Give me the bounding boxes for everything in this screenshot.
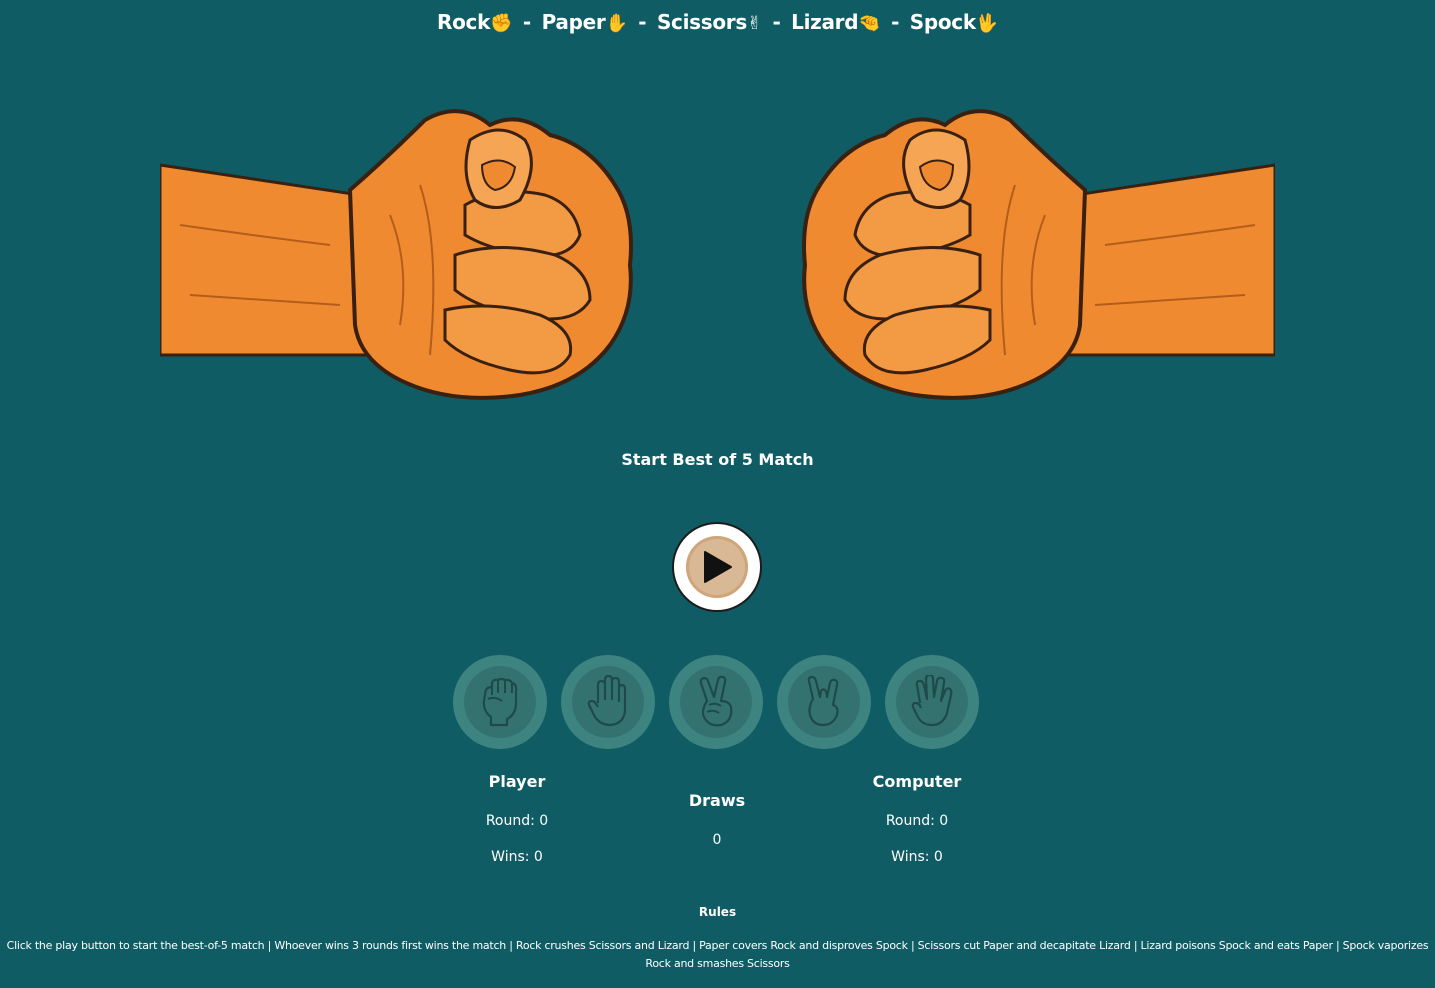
computer-label: Computer — [872, 772, 962, 791]
title-separator: - — [638, 10, 647, 34]
paper-hand-icon — [587, 675, 627, 727]
lizard-emoji-icon: 🤏 — [858, 13, 881, 34]
spock-emoji-icon: 🖖 — [975, 13, 998, 34]
title-lizard: Lizard — [791, 10, 859, 34]
player-wins: Wins: 0 — [491, 849, 543, 865]
title-paper: Paper — [541, 10, 606, 34]
rules-text: Click the play button to start the best-… — [6, 939, 1429, 970]
draws-value: 0 — [712, 832, 722, 848]
player-score-panel: Player Round: 0 Wins: 0 — [417, 772, 617, 865]
rock-fist-icon — [482, 677, 518, 727]
title-separator: - — [522, 10, 531, 34]
player-label: Player — [488, 772, 546, 791]
player-round: Round: 0 — [485, 813, 549, 829]
title-separator: - — [772, 10, 781, 34]
play-icon — [704, 551, 732, 583]
play-button[interactable] — [672, 522, 762, 612]
spock-choice-button[interactable] — [885, 655, 979, 749]
computer-round: Round: 0 — [885, 813, 949, 829]
title-separator: - — [891, 10, 900, 34]
lizard-hand-icon — [807, 675, 839, 727]
title-scissors: Scissors — [656, 10, 747, 34]
rock-choice-button[interactable] — [453, 655, 547, 749]
title-spock: Spock — [909, 10, 976, 34]
computer-wins: Wins: 0 — [891, 849, 943, 865]
player-fist-image — [160, 109, 633, 400]
scissors-choice-button[interactable] — [669, 655, 763, 749]
scissors-emoji-icon: ✌ — [746, 13, 762, 34]
game-page: Rock✊ - Paper✋ - Scissors✌ - Lizard🤏 - S… — [0, 0, 1435, 988]
lizard-choice-button[interactable] — [777, 655, 871, 749]
title-rock: Rock — [436, 10, 491, 34]
draws-panel: Draws 0 — [617, 791, 817, 848]
computer-fist-image — [802, 109, 1275, 400]
rock-emoji-icon: ✊ — [490, 13, 513, 34]
spock-hand-icon — [911, 675, 953, 727]
paper-choice-button[interactable] — [561, 655, 655, 749]
computer-score-panel: Computer Round: 0 Wins: 0 — [817, 772, 1017, 865]
start-match-label: Start Best of 5 Match — [621, 450, 814, 469]
game-title: Rock✊ - Paper✋ - Scissors✌ - Lizard🤏 - S… — [0, 10, 1435, 34]
draws-label: Draws — [688, 791, 746, 810]
scissors-hand-icon — [699, 675, 733, 727]
rules-title: Rules — [698, 905, 737, 919]
paper-emoji-icon: ✋ — [605, 13, 628, 34]
choice-buttons — [453, 655, 983, 750]
